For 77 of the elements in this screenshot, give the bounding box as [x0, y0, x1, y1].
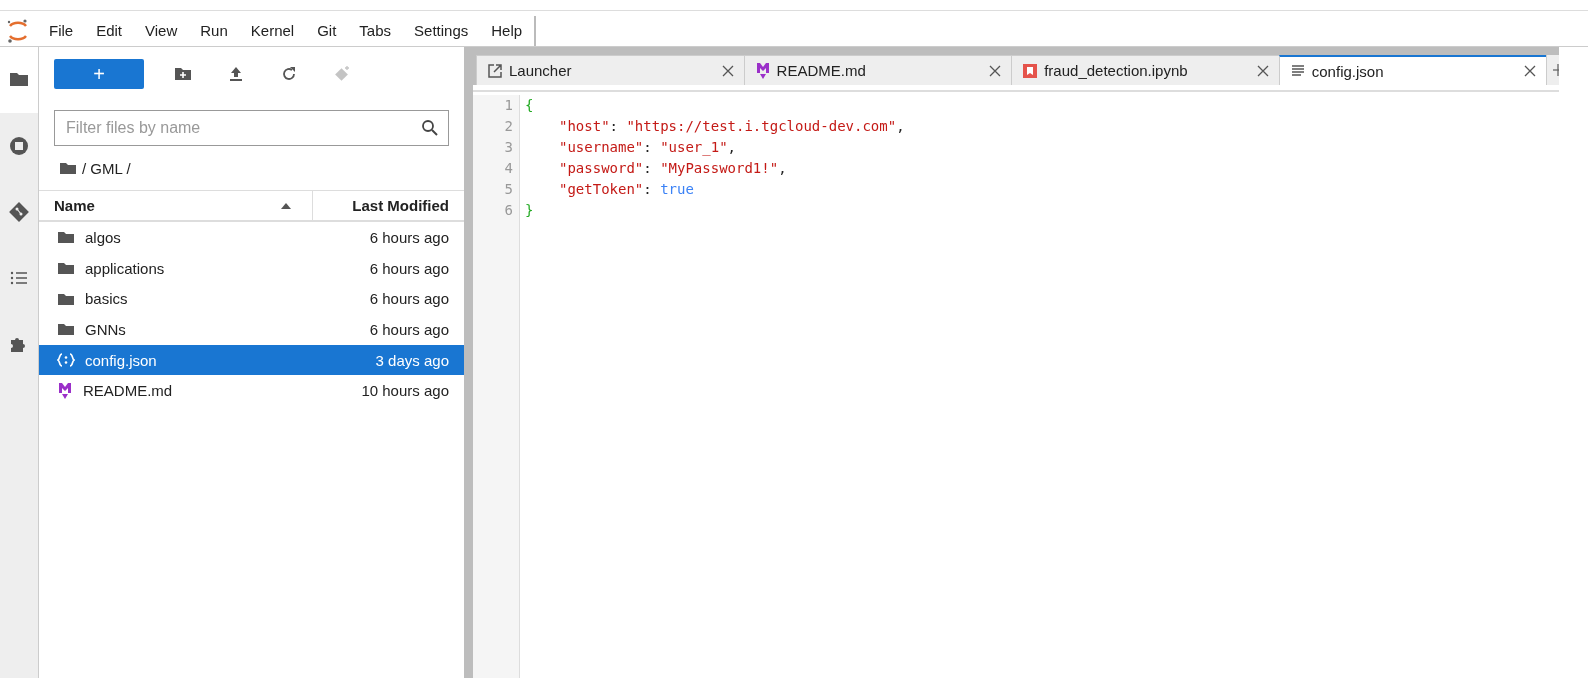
new-launcher-button[interactable]: + — [54, 59, 144, 89]
modified-time: 6 hours ago — [369, 290, 449, 308]
file-name: algos — [85, 228, 122, 246]
breadcrumb[interactable]: / GML / — [82, 159, 131, 177]
close-icon — [1524, 65, 1537, 77]
menu-item[interactable]: File — [49, 22, 74, 39]
file-row[interactable]: config.json 3 days ago — [39, 344, 464, 376]
line-number: 3 — [503, 138, 513, 157]
file-row[interactable]: GNNs 6 hours ago — [39, 314, 464, 345]
file-name: applications — [85, 259, 166, 277]
filter-field[interactable]: Filter files by name — [54, 110, 449, 146]
column-title: Name — [54, 197, 95, 214]
file-row[interactable]: algos 6 hours ago — [39, 222, 464, 253]
column-header[interactable]: Name — [39, 191, 313, 220]
line-number: 5 — [503, 180, 513, 199]
folder-icon — [57, 322, 75, 337]
editor-tab[interactable]: Launcher — [476, 55, 745, 85]
modified-time: 6 hours ago — [369, 228, 449, 246]
new-folder-icon — [173, 65, 192, 83]
add-tab-button[interactable] — [1546, 55, 1559, 85]
code-line: "username": "user_1", — [559, 138, 737, 158]
file-name: basics — [85, 290, 129, 308]
modified-time: 10 hours ago — [361, 382, 449, 400]
modified-time: 6 hours ago — [369, 320, 449, 338]
menu-item[interactable]: Settings — [414, 22, 469, 39]
markdown-icon — [754, 61, 771, 80]
file-row[interactable]: README.md 10 hours ago — [39, 375, 464, 407]
column-header[interactable]: Last Modified — [313, 191, 464, 220]
tab-label: fraud_detection.ipynb — [1044, 62, 1189, 79]
menu-item[interactable]: Kernel — [250, 22, 295, 39]
close-icon — [1256, 64, 1269, 77]
text-lines-icon — [1289, 63, 1306, 79]
tab-label: Launcher — [509, 62, 573, 79]
line-number: 4 — [503, 159, 513, 178]
code-line: "password": "MyPassword1!", — [559, 159, 787, 178]
close-icon — [989, 64, 1002, 77]
editor-tab[interactable]: config.json — [1278, 55, 1548, 85]
modified-time: 3 days ago — [375, 351, 449, 369]
stop-circle-icon — [8, 135, 30, 157]
code-line: } — [525, 201, 534, 220]
folder-icon — [59, 161, 77, 175]
code-line: "getToken": true — [559, 180, 694, 199]
sort-up-icon — [280, 201, 292, 210]
line-number: 2 — [503, 117, 513, 136]
line-number: 6 — [503, 201, 513, 220]
menu-item[interactable]: Tabs — [359, 22, 392, 39]
modified-time: 6 hours ago — [369, 259, 449, 277]
menu-item[interactable]: Edit — [96, 22, 123, 39]
menu-item[interactable]: View — [145, 22, 178, 39]
file-name: README.md — [83, 382, 174, 400]
file-name: GNNs — [85, 320, 127, 338]
file-name: config.json — [85, 351, 158, 369]
folder-icon — [57, 230, 75, 245]
notebook-icon — [1022, 62, 1039, 79]
git-clone-icon — [332, 65, 351, 83]
logo-icon — [6, 17, 30, 44]
plus-icon — [1553, 64, 1559, 76]
braces-icon — [57, 353, 75, 368]
editor-tab[interactable]: README.md — [743, 55, 1013, 85]
folder-icon — [57, 291, 75, 306]
close-icon — [721, 64, 734, 77]
menu-item[interactable]: Git — [317, 22, 337, 39]
menu-item[interactable]: Help — [491, 22, 523, 39]
code-line: { — [525, 96, 534, 115]
file-row[interactable]: basics 6 hours ago — [39, 283, 464, 315]
markdown-icon — [57, 381, 73, 400]
tab-label: config.json — [1311, 62, 1385, 80]
folder-icon — [57, 261, 75, 276]
line-number: 1 — [503, 96, 513, 115]
search-icon — [421, 119, 439, 137]
code-line: "host": "https://test.i.tgcloud-dev.com", — [559, 117, 905, 136]
tab-label: README.md — [776, 62, 867, 79]
external-link-icon — [487, 62, 503, 79]
menu-item[interactable]: Run — [200, 22, 228, 39]
editor-tab[interactable]: fraud_detection.ipynb — [1011, 55, 1280, 85]
sidebar-tab[interactable] — [0, 47, 38, 113]
file-row[interactable]: applications 6 hours ago — [39, 252, 464, 284]
